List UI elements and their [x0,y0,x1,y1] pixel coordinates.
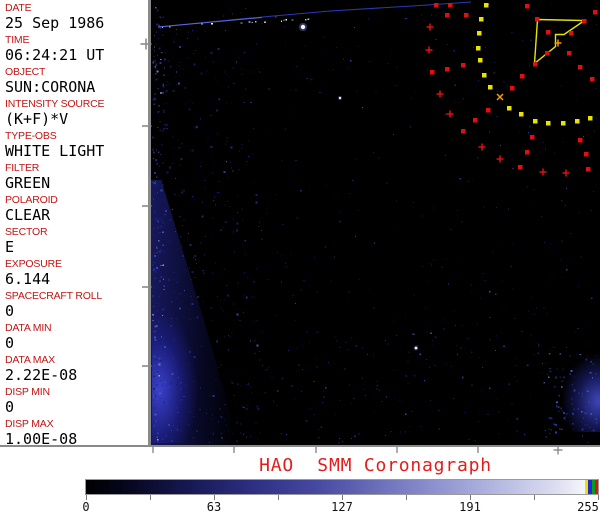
field-label: DISP MIN [5,386,50,398]
metadata-field: POLAROID CLEAR [5,195,58,224]
colorbar-tick [278,495,279,500]
corona-glow-bottom-left-core [152,285,214,443]
field-label: FILTER [5,162,40,174]
colorbar-end-stripe [594,480,598,494]
field-value: 2.22E-08 [5,366,78,384]
metadata-field: DISP MAX 1.00E-08 [5,419,77,448]
field-label: DATA MAX [5,354,55,366]
field-value: 0 [5,302,15,320]
metadata-panel: DATE 25 Sep 1986 TIME 06:24:21 UT OBJECT SUN:… [0,0,148,448]
coronagraph-image [151,0,600,446]
metadata-field: DATA MIN 0 [5,322,52,352]
smm-coronagraph-display: DATE 25 Sep 1986 TIME 06:24:21 UT OBJECT SUN:… [0,0,600,512]
metadata-field: FILTER GREEN [5,163,50,192]
field-label: DATA MIN [5,322,52,334]
field-label: SECTOR [5,226,48,238]
metadata-field: OBJECT SUN:CORONA [5,67,95,96]
field-value: 06:24:21 UT [5,46,105,64]
field-value: 25 Sep 1986 [5,14,105,32]
colorbar-tick-label: 63 [206,500,222,512]
image-frame-left-border [148,0,151,447]
field-label: OBJECT [5,66,46,78]
colorbar-tick-label: 191 [459,500,481,512]
field-value: 0 [5,334,15,352]
field-label: DATE [5,2,32,14]
field-value: 6.144 [5,270,51,288]
colorbar-gradient [85,479,599,495]
field-value: E [5,238,15,256]
colorbar-tick-label: 0 [82,500,90,512]
field-value: 0 [5,398,15,416]
metadata-field: DISP MIN 0 [5,387,50,416]
field-label: TYPE-OBS [5,130,57,142]
metadata-field: EXPOSURE 6.144 [5,259,62,288]
colorbar-tick [534,495,535,500]
colorbar-tick-label: 255 [577,500,599,512]
metadata-field: INTENSITY SOURCE (K+F)*V [5,99,104,128]
field-label: SPACECRAFT ROLL [5,290,102,302]
colorbar-tick-label: 127 [331,500,353,512]
field-value: WHITE LIGHT [5,142,105,160]
image-frame-bottom-border [0,445,600,447]
field-label: POLAROID [5,194,58,206]
field-value: CLEAR [5,206,51,224]
field-value: (K+F)*V [5,110,69,128]
field-label: TIME [5,34,30,46]
metadata-field: DATE 25 Sep 1986 [5,3,104,32]
colorbar-tick [406,495,407,500]
corona-glow-bottom-right [551,350,600,432]
caption-title: HAO SMM Coronagraph [259,455,492,476]
field-label: DISP MAX [5,418,54,430]
field-label: INTENSITY SOURCE [5,98,105,110]
metadata-field: SECTOR E [5,226,48,256]
field-value: SUN:CORONA [5,78,96,96]
colorbar-tick [150,495,151,500]
metadata-field: DATA MAX 2.22E-08 [5,355,77,384]
field-value: GREEN [5,174,51,192]
metadata-field: TIME 06:24:21 UT [5,35,104,64]
metadata-field: SPACECRAFT ROLL 0 [5,291,102,320]
metadata-field: TYPE-OBS WHITE LIGHT [5,131,104,160]
field-label: EXPOSURE [5,258,62,270]
